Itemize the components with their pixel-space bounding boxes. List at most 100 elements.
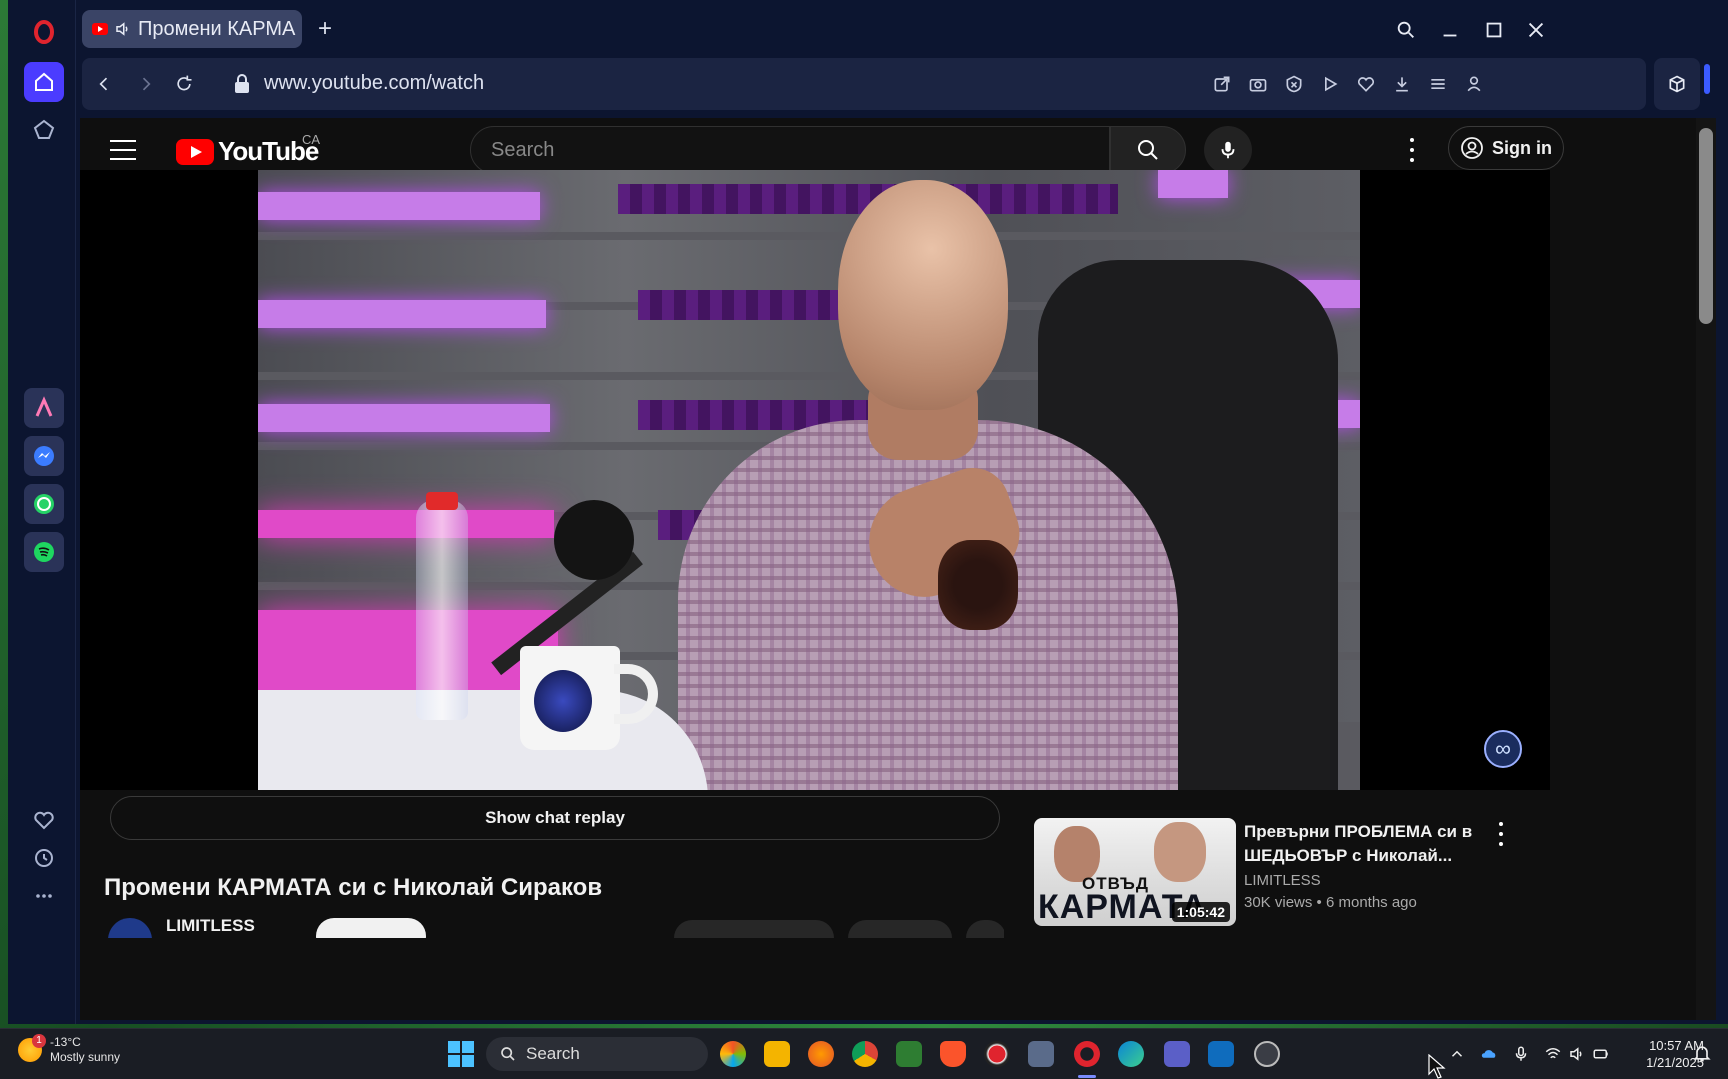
sign-in-label: Sign in [1492, 137, 1552, 158]
speaker-icon[interactable] [114, 20, 132, 38]
profile-icon[interactable] [1462, 72, 1486, 96]
related-video-channel[interactable]: LIMITLESS [1244, 872, 1321, 889]
share-icon[interactable] [1210, 72, 1234, 96]
related-video-thumbnail[interactable]: ОТВЪД КАРМАТА 1:05:42 [1034, 818, 1236, 926]
outlook-icon[interactable] [1208, 1041, 1234, 1067]
bookmark-heart-icon[interactable] [1354, 72, 1378, 96]
opera-taskbar-icon[interactable] [1074, 1041, 1100, 1067]
more-actions-button[interactable] [966, 920, 1004, 938]
scrollbar-thumb[interactable] [1699, 128, 1713, 324]
taskbar: 1 -13°C Mostly sunny Search 10:57 AM 1/2… [0, 1028, 1728, 1079]
youtube-logo[interactable]: YouTube [176, 136, 319, 167]
duration-badge: 1:05:42 [1171, 902, 1230, 922]
snapshot-icon[interactable] [1246, 72, 1270, 96]
edge-icon[interactable] [1118, 1041, 1144, 1067]
home-icon[interactable] [24, 62, 64, 102]
chevron-up-icon[interactable] [1446, 1043, 1468, 1065]
voice-search-button[interactable] [1204, 126, 1252, 174]
share-button[interactable] [848, 920, 952, 938]
youtube-favicon-icon [92, 23, 108, 35]
address-bar: www.youtube.com/watch [82, 58, 1646, 110]
related-video-views: 30K views [1244, 894, 1313, 911]
video-frame[interactable] [258, 170, 1360, 790]
like-button[interactable] [674, 920, 834, 938]
notification-bell-icon[interactable] [1692, 1043, 1712, 1063]
onedrive-icon[interactable] [1478, 1043, 1500, 1065]
channel-row: LIMITLESS [104, 918, 1004, 938]
tab-title: Промени КАРМА [138, 17, 296, 40]
extensions-icon[interactable] [1654, 58, 1700, 110]
menu-icon[interactable] [110, 140, 136, 160]
taskbar-search[interactable]: Search [486, 1037, 708, 1071]
file-explorer-icon[interactable] [764, 1041, 790, 1067]
show-chat-replay-button[interactable]: Show chat replay [110, 796, 1000, 840]
infinity-icon[interactable]: ∞ [1484, 730, 1522, 768]
download-icon[interactable] [1390, 72, 1414, 96]
weather-widget[interactable]: 1 -13°C Mostly sunny [18, 1034, 121, 1065]
record-icon[interactable] [984, 1041, 1010, 1067]
taskbar-search-label: Search [526, 1044, 580, 1063]
search-icon [501, 1047, 515, 1061]
bracelet [938, 540, 1018, 630]
adblock-icon[interactable] [1282, 72, 1306, 96]
microphone-icon [1221, 141, 1235, 159]
github-icon[interactable] [1254, 1041, 1280, 1067]
sign-in-button[interactable]: Sign in [1448, 126, 1564, 170]
microphone-icon[interactable] [1510, 1043, 1532, 1065]
battery-icon[interactable] [1590, 1043, 1612, 1065]
account-icon [1461, 137, 1483, 159]
volume-icon[interactable] [1566, 1043, 1588, 1065]
browser-window: Промени КАРМА + www.youtube.com/watch Yo… [76, 0, 1728, 1024]
thumbnail-person [1154, 822, 1206, 882]
youtube-play-icon [176, 138, 214, 165]
studio-microphone [554, 500, 634, 580]
video-title: Промени КАРМАТА си с Николай Сираков [104, 874, 603, 901]
forward-icon[interactable] [130, 68, 162, 100]
chrome-icon[interactable] [852, 1041, 878, 1067]
wifi-icon[interactable] [1542, 1043, 1564, 1065]
subscribe-button[interactable] [316, 918, 426, 938]
whatsapp-icon[interactable] [24, 484, 64, 524]
opera-sidebar [8, 0, 76, 1024]
aria-ai-icon[interactable] [24, 388, 64, 428]
channel-name[interactable]: LIMITLESS [166, 918, 255, 936]
back-icon[interactable] [88, 68, 120, 100]
spotify-icon[interactable] [24, 532, 64, 572]
search-icon [1138, 140, 1158, 160]
active-app-indicator [1078, 1075, 1096, 1078]
related-video-item[interactable]: ОТВЪД КАРМАТА 1:05:42 Превърни ПРОБЛЕМА … [1034, 818, 1514, 928]
heart-icon[interactable] [24, 800, 64, 840]
messenger-icon[interactable] [24, 436, 64, 476]
new-tab-button[interactable]: + [310, 14, 340, 44]
windows-start-icon[interactable] [448, 1041, 474, 1067]
tab-youtube[interactable]: Промени КАРМА [82, 10, 302, 48]
video-player[interactable]: ∞ [80, 170, 1550, 790]
copilot-icon[interactable] [720, 1041, 746, 1067]
channel-avatar[interactable] [108, 918, 152, 938]
pinboards-icon[interactable] [24, 110, 64, 150]
related-more-icon[interactable] [1496, 822, 1506, 846]
lock-icon[interactable] [234, 74, 250, 94]
minimize-icon[interactable] [1432, 12, 1468, 48]
brave-icon[interactable] [940, 1041, 966, 1067]
search-tabs-icon[interactable] [1388, 12, 1424, 48]
spreadsheet-icon[interactable] [896, 1041, 922, 1067]
search-button[interactable] [1110, 126, 1186, 174]
url-field[interactable]: www.youtube.com/watch [264, 72, 484, 95]
close-icon[interactable] [1518, 12, 1554, 48]
snipping-tool-icon[interactable] [1028, 1041, 1054, 1067]
firefox-icon[interactable] [808, 1041, 834, 1067]
easy-setup-icon[interactable] [1426, 72, 1450, 96]
more-icon[interactable] [24, 876, 64, 916]
history-icon[interactable] [24, 838, 64, 878]
teams-icon[interactable] [1164, 1041, 1190, 1067]
opera-logo-icon[interactable] [24, 12, 64, 52]
search-input[interactable]: Search [470, 126, 1110, 174]
reload-icon[interactable] [168, 68, 200, 100]
related-video-title[interactable]: Превърни ПРОБЛЕМА си в ШЕДЬОВЪР с Никола… [1244, 820, 1494, 868]
weather-description: Mostly sunny [50, 1050, 121, 1064]
play-icon[interactable] [1318, 72, 1342, 96]
maximize-icon[interactable] [1476, 12, 1512, 48]
mouse-cursor-icon [1428, 1054, 1446, 1079]
settings-more-icon[interactable] [1400, 136, 1424, 164]
